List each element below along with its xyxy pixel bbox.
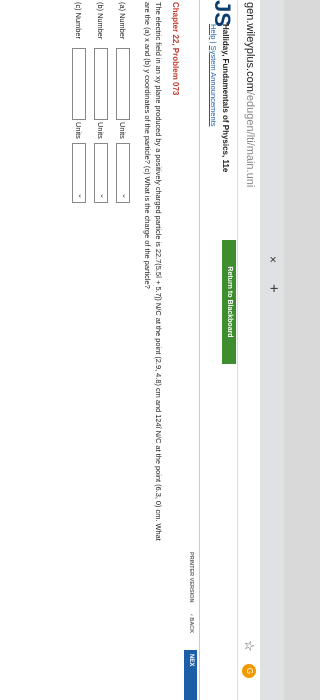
header-links: Help | System Announcements <box>209 24 218 126</box>
answer-c-number-input[interactable] <box>72 48 86 120</box>
course-title: Halliday, Fundamentals of Physics, 11e <box>221 24 230 173</box>
return-to-blackboard-button[interactable]: Return to Blackboard <box>222 240 236 364</box>
printer-version-link[interactable]: PRINTER VERSION <box>188 552 194 602</box>
problem-statement: The electric field in an xy plane produc… <box>142 2 164 541</box>
url-text[interactable]: gen.wileyplus.com/edugen/lti/main.uni <box>244 2 256 187</box>
header-divider <box>199 0 200 700</box>
problem-line-1: The electric field in an xy plane produc… <box>154 2 163 541</box>
answer-b-units-label: Units <box>96 122 105 139</box>
answer-a-label: (a) Number <box>118 2 127 40</box>
answer-c-units-label: Units <box>74 122 83 139</box>
url-host: gen.wileyplus.com <box>244 2 256 92</box>
answer-b-label: (b) Number <box>96 2 105 40</box>
answer-c-label: (c) Number <box>74 2 83 39</box>
next-button[interactable]: NEX <box>184 650 197 700</box>
answer-a-number-input[interactable] <box>116 48 130 120</box>
new-tab-icon[interactable]: + <box>265 284 282 293</box>
announcements-link[interactable]: System Announcements <box>209 46 218 127</box>
answer-c-units-select[interactable]: ⌄ <box>72 143 86 203</box>
back-link[interactable]: ‹ BACK <box>188 614 194 633</box>
answer-a-units-select[interactable]: ⌄ <box>116 143 130 203</box>
address-bar[interactable]: gen.wileyplus.com/edugen/lti/main.uni ☆ … <box>237 0 260 700</box>
answer-b-units-select[interactable]: ⌄ <box>94 143 108 203</box>
link-separator: | <box>209 41 218 44</box>
extension-icon[interactable]: G <box>242 664 256 678</box>
help-link[interactable]: Help <box>209 24 218 39</box>
bookmark-star-icon[interactable]: ☆ <box>241 640 257 652</box>
chevron-down-icon: ⌄ <box>99 193 106 199</box>
answer-b-number-input[interactable] <box>94 48 108 120</box>
chevron-down-icon: ⌄ <box>121 193 128 199</box>
close-tab-icon[interactable]: × <box>266 256 280 263</box>
url-path: /edugen/lti/main.uni <box>244 91 256 188</box>
problem-line-2: are the (a) x and (b) y coordinates of t… <box>143 2 153 289</box>
chevron-down-icon: ⌄ <box>77 193 84 199</box>
answer-a-units-label: Units <box>118 122 127 139</box>
chapter-heading: Chapter 22, Problem 073 <box>171 2 180 96</box>
browser-tab-bar: × + <box>260 0 284 700</box>
course-header: JS Halliday, Fundamentals of Physics, 11… <box>200 0 238 700</box>
wileyplus-logo: JS <box>210 0 235 27</box>
wileyplus-page: × + gen.wileyplus.com/edugen/lti/main.un… <box>0 0 284 700</box>
